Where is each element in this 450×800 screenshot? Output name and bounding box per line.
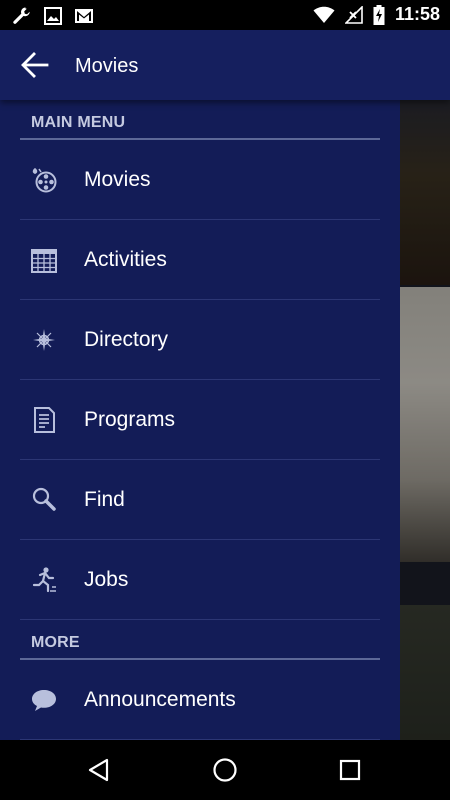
status-right-icons: 11:58 (313, 4, 440, 25)
back-button[interactable] (20, 51, 50, 79)
recents-square-icon (339, 759, 361, 781)
image-icon (44, 7, 62, 25)
drawer-item-label: Directory (84, 328, 169, 351)
app-toolbar: Movies (0, 30, 450, 100)
system-nav-bar (0, 740, 450, 800)
back-triangle-icon (88, 758, 109, 782)
more-header: MORE (20, 620, 380, 660)
status-time: 11:58 (394, 4, 440, 24)
runner-icon (32, 567, 56, 593)
wrench-icon (13, 7, 30, 24)
drawer-item-directory[interactable]: Directory (20, 300, 380, 380)
drawer-item-label: Jobs (84, 568, 129, 591)
drawer-item-label: Find (84, 488, 125, 511)
speech-bubble-icon (32, 690, 56, 711)
wifi-icon (313, 6, 335, 23)
status-left-icons (12, 6, 94, 26)
nav-back-button[interactable] (86, 757, 112, 783)
drawer-item-label: Movies (84, 168, 151, 191)
drawer-scrim[interactable] (400, 30, 450, 740)
nav-home-button[interactable] (212, 757, 238, 783)
drawer-item-movies[interactable]: Movies (20, 140, 380, 220)
nav-recents-button[interactable] (337, 757, 363, 783)
drawer-item-programs[interactable]: Programs (20, 380, 380, 460)
drawer-item-jobs[interactable]: Jobs (20, 540, 380, 620)
main-menu-header: MAIN MENU (20, 100, 380, 140)
calendar-icon (31, 249, 57, 273)
document-icon (34, 407, 55, 433)
status-bar: 11:58 (0, 0, 450, 30)
arrow-left-icon (21, 52, 49, 78)
drawer-item-find[interactable]: Find (20, 460, 380, 540)
drawer-item-announcements[interactable]: Announcements (20, 660, 380, 740)
search-icon (32, 487, 56, 511)
film-reel-icon (32, 168, 57, 193)
navigation-drawer: MAIN MENU Movies Activities Directory Pr… (0, 100, 400, 740)
toolbar-title: Movies (75, 55, 139, 77)
gmail-icon (75, 9, 93, 23)
drawer-item-label: Programs (84, 408, 176, 431)
drawer-item-activities[interactable]: Activities (20, 220, 380, 300)
drawer-item-label: Announcements (84, 688, 236, 711)
home-circle-icon (213, 758, 237, 782)
battery-charging-icon (373, 4, 385, 25)
drawer-item-label: Activities (84, 248, 167, 271)
more-header-label: MORE (31, 634, 80, 651)
compass-icon (33, 329, 55, 351)
no-signal-icon (344, 5, 363, 24)
main-menu-header-label: MAIN MENU (31, 114, 126, 131)
